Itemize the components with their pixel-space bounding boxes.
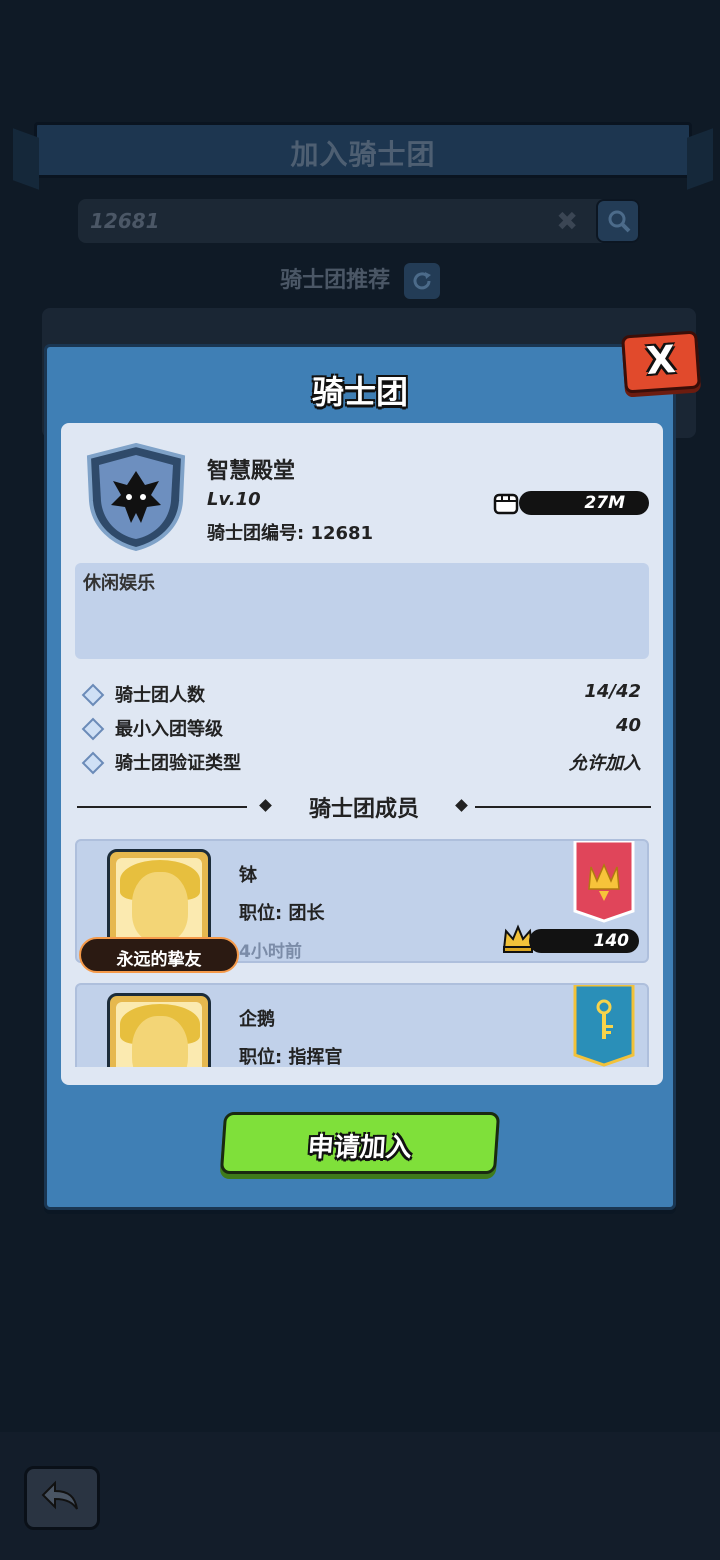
info-value: 允许加入 <box>569 753 641 774</box>
info-row-member-count: 骑士团人数 14/42 <box>81 679 641 709</box>
info-label: 骑士团人数 <box>115 685 205 706</box>
guild-level: Lv.10 <box>207 489 261 510</box>
members-section-header: 骑士团成员 <box>77 791 651 822</box>
modal-title: 骑士团 <box>311 373 408 411</box>
info-label: 骑士团验证类型 <box>115 753 241 774</box>
search-icon <box>608 210 631 233</box>
guild-detail-card: 智慧殿堂 Lv.10 骑士团编号: 12681 27M 休闲娱乐 骑士团人数 1… <box>61 423 663 1085</box>
info-row-min-level: 最小入团等级 40 <box>81 713 641 743</box>
search-value: 12681 <box>90 209 160 233</box>
member-row[interactable]: 永远的挚友 钵 职位: 团长 4小时前 140 <box>75 839 649 973</box>
guild-power-value: 27M <box>584 493 625 513</box>
background-title: 加入骑士团 <box>290 138 436 171</box>
divider-line-right <box>475 806 651 808</box>
member-row[interactable]: 企鹅 职位: 指挥官 <box>75 983 649 1067</box>
guild-description: 休闲娱乐 <box>83 573 155 594</box>
member-avatar <box>107 993 211 1067</box>
member-role: 职位: 指挥官 <box>239 1047 343 1067</box>
guild-power-bar: 27M <box>519 491 649 515</box>
guild-modal: 骑士团 智慧殿堂 Lv.10 骑士团编号: 12681 27M 休闲娱乐 骑士团… <box>44 344 676 1210</box>
close-button[interactable]: X <box>621 330 701 394</box>
guild-search-input[interactable]: 12681 ✖ <box>78 199 640 243</box>
diamond-bullet-icon <box>81 683 105 707</box>
close-icon: X <box>644 337 678 383</box>
back-button[interactable] <box>24 1466 100 1530</box>
refresh-icon <box>413 272 431 290</box>
recommend-row: 骑士团推荐 <box>0 262 720 299</box>
banner-ribbon-left <box>13 128 39 190</box>
member-level-bar: 140 <box>529 929 639 953</box>
bottom-bar <box>0 1432 720 1560</box>
recommend-label: 骑士团推荐 <box>280 268 391 293</box>
avatar-face <box>132 872 188 942</box>
member-list[interactable]: 永远的挚友 钵 职位: 团长 4小时前 140 企鹅 职位: 指挥官 <box>75 839 651 1067</box>
diamond-bullet-icon <box>81 751 105 775</box>
guild-description-box: 休闲娱乐 <box>75 563 649 659</box>
member-role: 职位: 团长 <box>239 903 325 924</box>
member-name: 企鹅 <box>239 1009 275 1030</box>
guild-emblem-icon <box>86 443 186 551</box>
apply-join-label: 申请加入 <box>306 1133 413 1163</box>
member-title-text: 永远的挚友 <box>116 950 202 970</box>
avatar-frame <box>116 1002 202 1067</box>
refresh-button[interactable] <box>403 263 440 299</box>
commander-flag-icon <box>573 985 635 1067</box>
guild-id: 骑士团编号: 12681 <box>207 523 374 544</box>
member-last-online: 4小时前 <box>239 942 302 962</box>
banner-ribbon-right <box>687 128 713 190</box>
clear-icon[interactable]: ✖ <box>556 207 578 237</box>
member-name: 钵 <box>239 865 257 886</box>
guild-name: 智慧殿堂 <box>207 459 296 484</box>
info-label: 最小入团等级 <box>115 719 223 740</box>
diamond-bullet-icon <box>81 717 105 741</box>
back-arrow-icon <box>41 1480 78 1510</box>
avatar-face <box>132 1016 188 1067</box>
leader-flag-icon <box>573 841 635 923</box>
member-title-badge: 永远的挚友 <box>79 937 239 973</box>
info-value: 40 <box>615 715 641 736</box>
search-button[interactable] <box>596 199 640 243</box>
member-level: 140 <box>593 931 630 951</box>
info-row-verify-type: 骑士团验证类型 允许加入 <box>81 747 641 777</box>
background-banner: 加入骑士团 <box>13 122 713 190</box>
apply-join-button[interactable]: 申请加入 <box>219 1112 501 1174</box>
info-value: 14/42 <box>584 681 641 702</box>
